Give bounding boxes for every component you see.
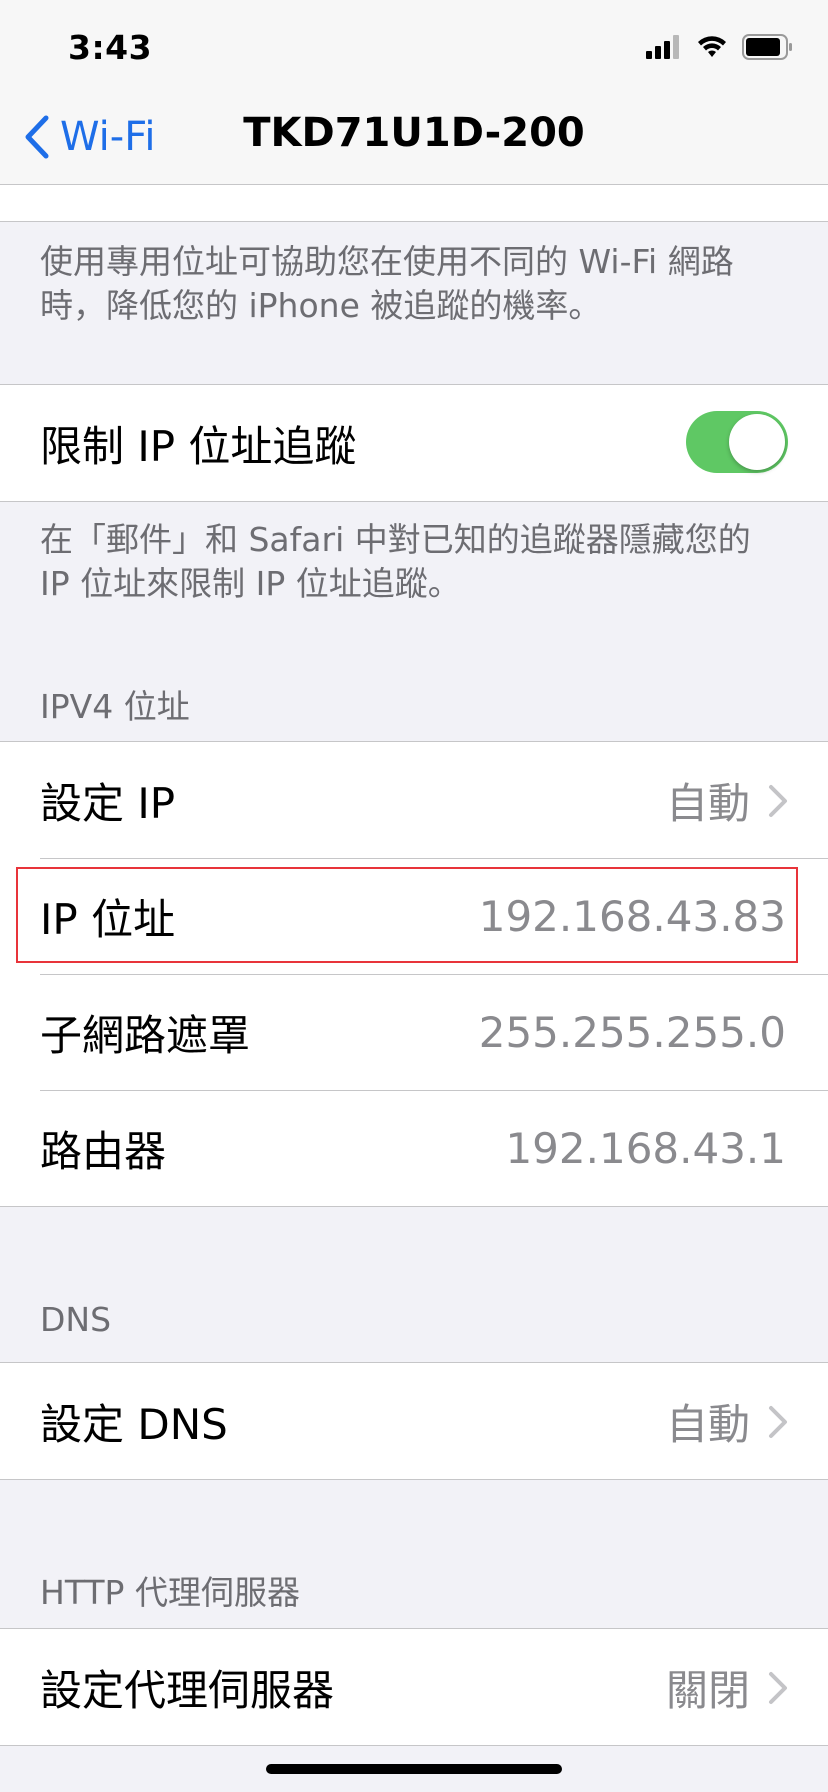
wifi-icon xyxy=(698,36,726,57)
router-row: 路由器 192.168.43.1 xyxy=(0,1090,828,1206)
configure-dns-value: 自動 xyxy=(665,1399,750,1449)
limit-ip-tracking-row[interactable]: 限制 IP 位址追蹤 xyxy=(0,385,828,501)
home-indicator[interactable] xyxy=(266,1764,562,1774)
configure-proxy-value: 關閉 xyxy=(665,1665,750,1715)
router-value: 192.168.43.1 xyxy=(505,1123,786,1173)
chevron-right-icon xyxy=(769,785,787,817)
scrolled-row-remnant xyxy=(0,185,828,222)
navigation-bar: Wi-Fi TKD71U1D-200 xyxy=(0,100,828,185)
chevron-right-icon xyxy=(769,1406,787,1438)
subnet-mask-label: 子網路遮罩 xyxy=(40,1010,251,1060)
configure-proxy-row[interactable]: 設定代理伺服器 關閉 xyxy=(0,1629,828,1745)
configure-proxy-label: 設定代理伺服器 xyxy=(40,1665,335,1715)
toggle-knob xyxy=(729,414,785,470)
chevron-right-icon xyxy=(769,1672,787,1704)
http-proxy-section-header: HTTP 代理伺服器 xyxy=(40,1573,300,1612)
subnet-mask-value: 255.255.255.0 xyxy=(478,1007,786,1057)
ipv4-section-header: IPV4 位址 xyxy=(40,687,190,726)
ip-address-highlight-box xyxy=(16,867,798,963)
limit-ip-tracking-toggle[interactable] xyxy=(686,411,788,473)
router-label: 路由器 xyxy=(40,1126,167,1176)
status-bar: 3:43 xyxy=(0,0,828,100)
cellular-signal-icon xyxy=(646,35,679,59)
configure-ip-value: 自動 xyxy=(665,778,750,828)
dns-group: 設定 DNS 自動 xyxy=(0,1362,828,1480)
private-address-footer: 使用專用位址可協助您在使用不同的 Wi-Fi 網路時，降低您的 iPhone 被… xyxy=(40,242,734,325)
configure-ip-label: 設定 IP xyxy=(40,778,176,828)
http-proxy-group: 設定代理伺服器 關閉 xyxy=(0,1628,828,1746)
battery-icon xyxy=(742,34,792,60)
configure-ip-row[interactable]: 設定 IP 自動 xyxy=(0,742,828,858)
limit-ip-tracking-label: 限制 IP 位址追蹤 xyxy=(40,421,357,471)
dns-section-header: DNS xyxy=(40,1300,112,1339)
page-title-text: TKD71U1D-200 xyxy=(243,110,585,156)
configure-dns-row[interactable]: 設定 DNS 自動 xyxy=(0,1363,828,1479)
configure-dns-label: 設定 DNS xyxy=(40,1399,228,1449)
subnet-mask-row: 子網路遮罩 255.255.255.0 xyxy=(0,974,828,1090)
status-time: 3:43 xyxy=(68,28,153,67)
limit-ip-footer: 在「郵件」和 Safari 中對已知的追蹤器隱藏您的 IP 位址來限制 IP 位… xyxy=(40,520,751,603)
page-title: TKD71U1D-200 xyxy=(0,110,828,156)
status-icons xyxy=(646,34,794,60)
limit-ip-tracking-group: 限制 IP 位址追蹤 xyxy=(0,384,828,502)
ipv4-group: 設定 IP 自動 IP 位址 192.168.43.83 子網路遮罩 255.2… xyxy=(0,741,828,1207)
